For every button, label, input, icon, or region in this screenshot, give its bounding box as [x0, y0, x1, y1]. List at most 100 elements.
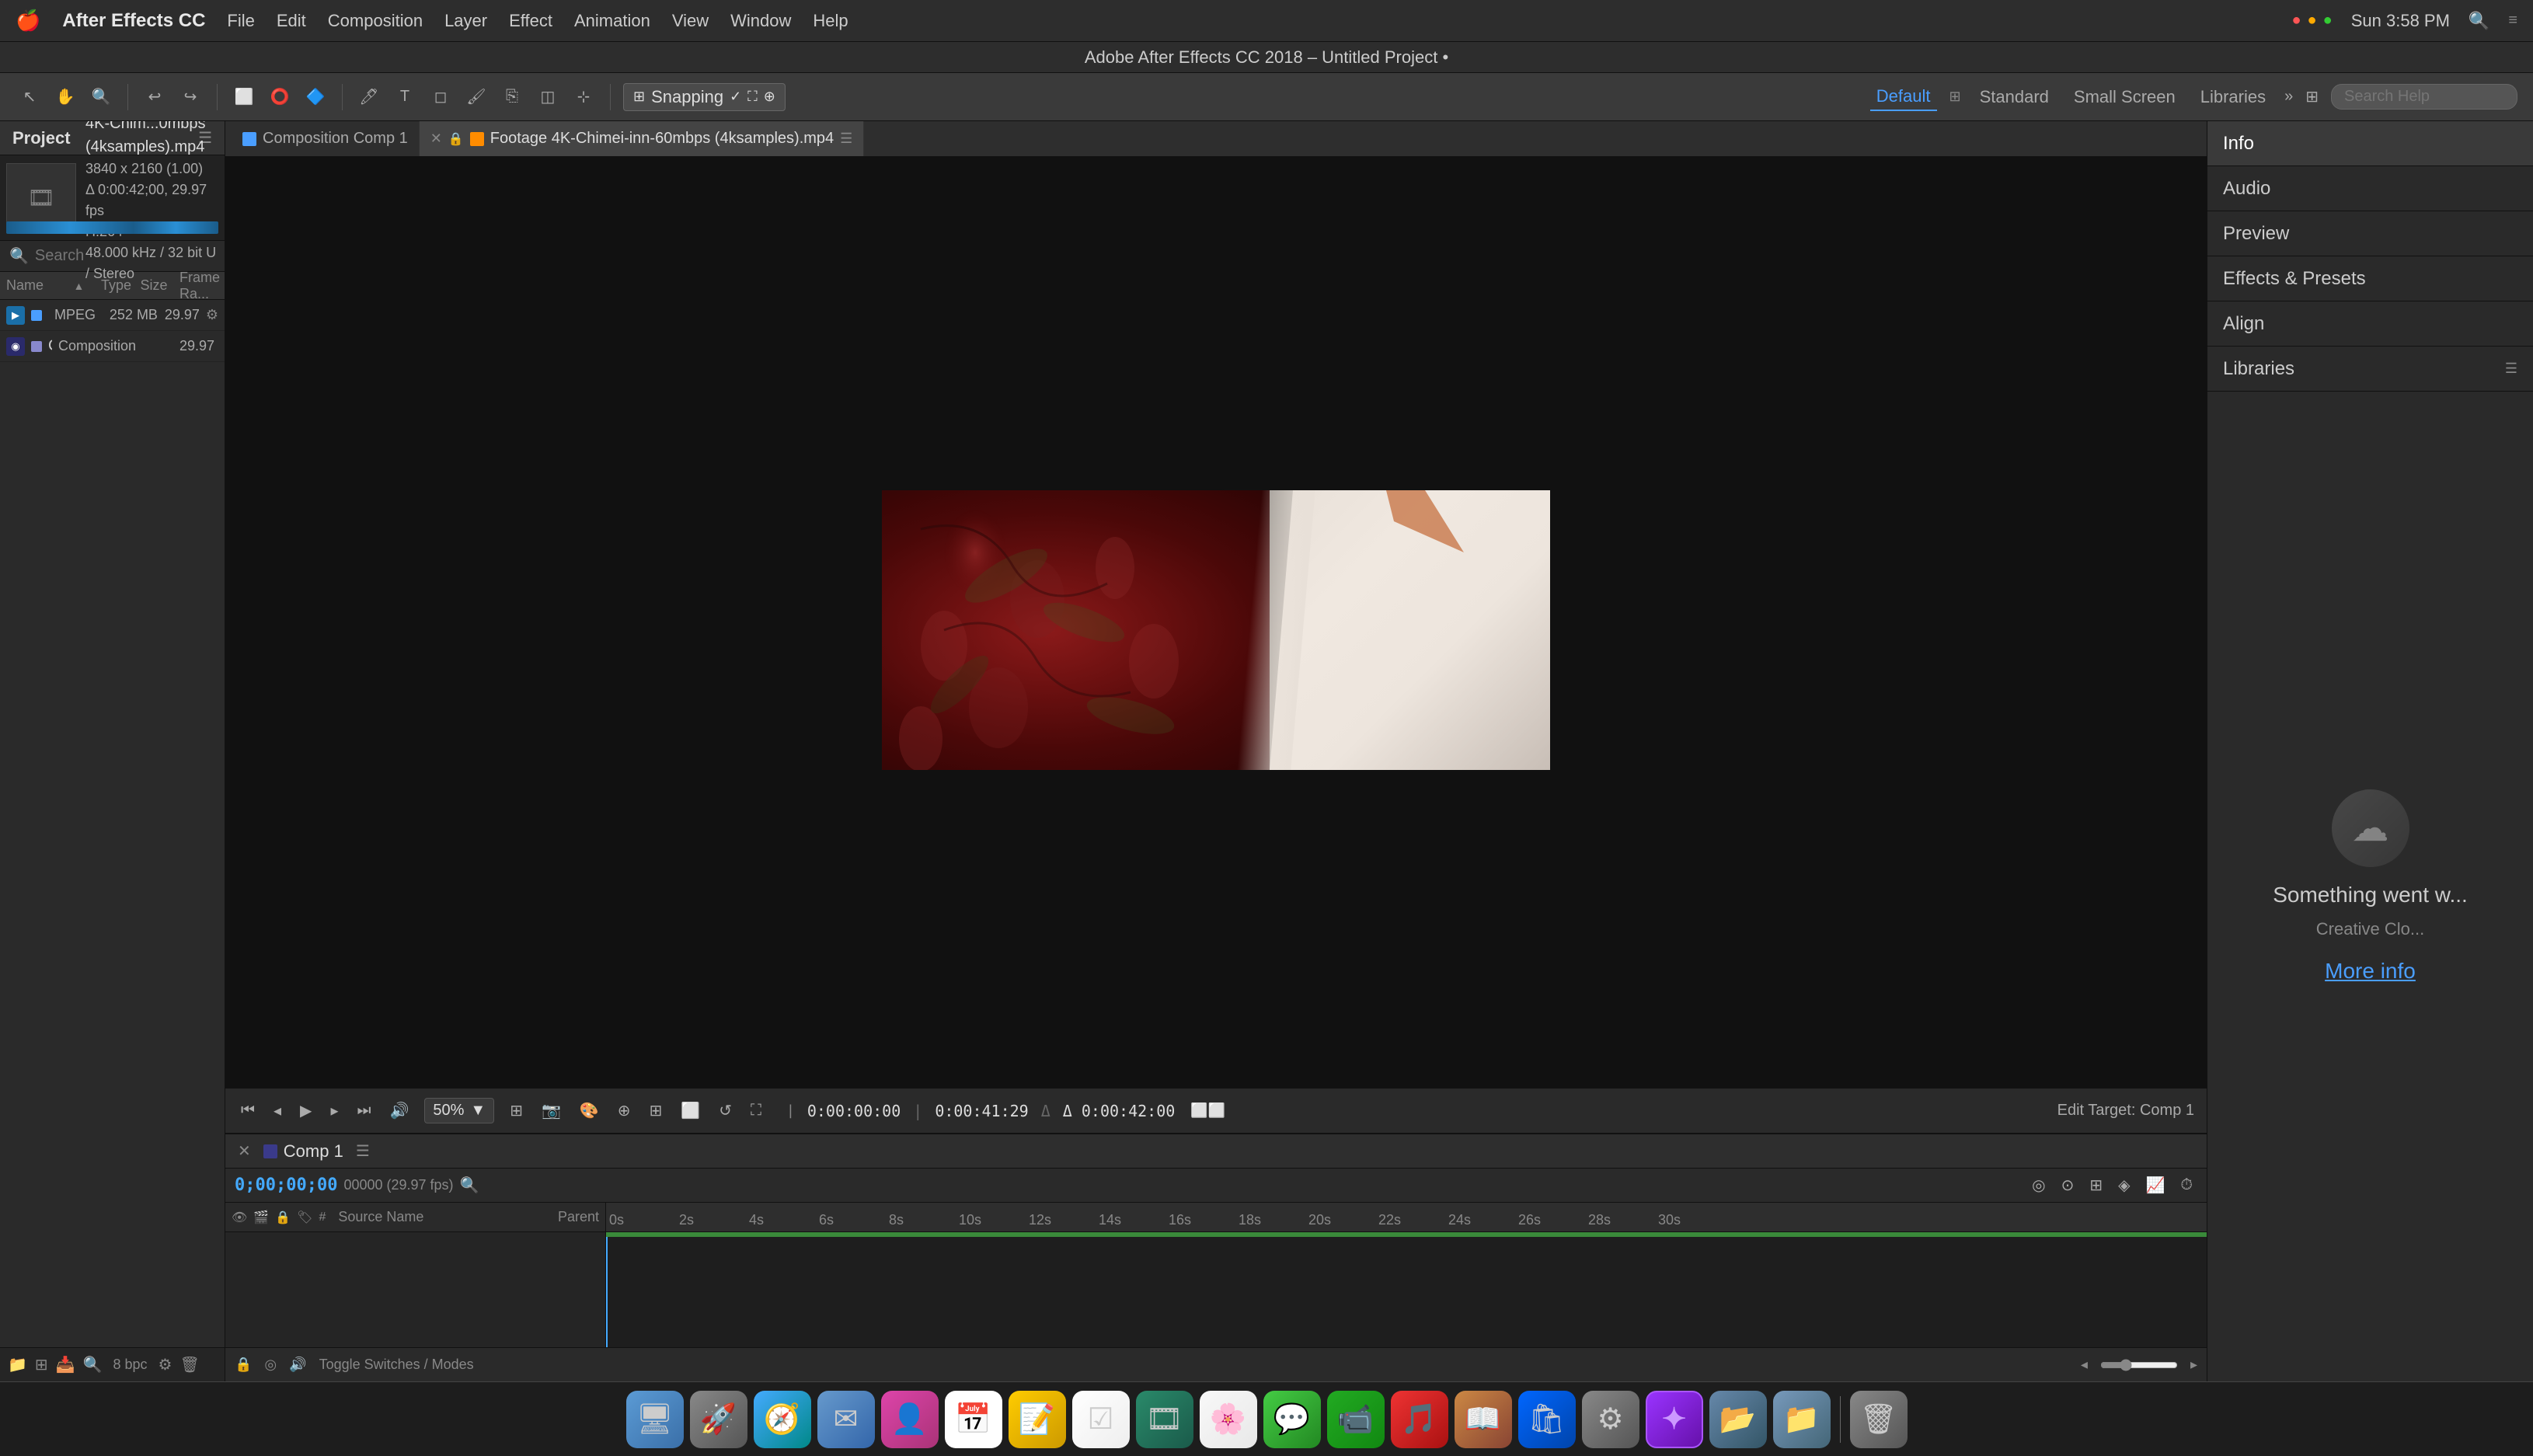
viewer-grid-btn[interactable]: ⊞ [646, 1098, 666, 1123]
workspace-more-icon[interactable]: » [2284, 88, 2293, 106]
file-row-1[interactable]: ◉ Comp 1 Composition 29.97 [0, 331, 225, 362]
paint-tool[interactable]: 🖌 [462, 83, 490, 111]
clone-tool[interactable]: ⎘ [498, 83, 526, 111]
right-panel-libraries[interactable]: Libraries ☰ [2207, 347, 2533, 392]
dock-mail[interactable]: ✉ [817, 1391, 875, 1448]
tl-lock-icon[interactable]: 🔒 [235, 1357, 252, 1373]
viewer-next-frame-btn[interactable]: ▸ [327, 1098, 341, 1123]
timeline-search-icon[interactable]: 🔍 [460, 1176, 479, 1195]
viewer-to-end-btn[interactable]: ⏭ [354, 1099, 374, 1123]
right-panel-align[interactable]: Align [2207, 301, 2533, 347]
redo-icon[interactable]: ↪ [176, 83, 204, 111]
dock-safari[interactable]: 🧭 [754, 1391, 811, 1448]
dock-appstore[interactable]: 🛍 [1518, 1391, 1576, 1448]
tl-graph-editor[interactable]: 📈 [2141, 1173, 2169, 1197]
search-replace-icon[interactable]: 🔍 [83, 1355, 103, 1374]
menu-file[interactable]: File [227, 11, 254, 31]
viewer-reset-btn[interactable]: ↺ [716, 1098, 735, 1123]
tl-audio-icon[interactable]: 🔊 [289, 1357, 306, 1373]
bit-depth-settings-icon[interactable]: ⚙ [159, 1355, 172, 1374]
dock-launchpad[interactable]: 🚀 [690, 1391, 747, 1448]
right-panel-effects[interactable]: Effects & Presets [2207, 256, 2533, 301]
tl-work-area-bar[interactable] [606, 1232, 2207, 1237]
viewer-fit-btn[interactable]: ⊞ [507, 1098, 526, 1123]
tl-show-render-time[interactable]: ⏱ [2176, 1174, 2197, 1196]
window-maximize[interactable]: ● [2323, 12, 2333, 30]
menu-layer[interactable]: Layer [444, 11, 487, 31]
tl-solo-icon[interactable]: ◎ [264, 1357, 277, 1373]
dock-system-prefs[interactable]: ⚙ [1582, 1391, 1639, 1448]
tl-enable-3d[interactable]: ⊞ [2085, 1173, 2107, 1197]
tl-zoom-slider[interactable] [2100, 1359, 2178, 1371]
new-item-icon[interactable]: ⊞ [35, 1355, 48, 1374]
text-tool[interactable]: T [391, 83, 419, 111]
close-timeline-icon[interactable]: ✕ [238, 1141, 251, 1161]
menu-composition[interactable]: Composition [328, 11, 423, 31]
mask-ellipse-tool[interactable]: ⭕ [266, 83, 294, 111]
dock-notes[interactable]: 📝 [1009, 1391, 1066, 1448]
viewer-timecode-out[interactable]: 0:00:41:29 [935, 1102, 1028, 1120]
workspace-smallscreen[interactable]: Small Screen [2068, 84, 2182, 110]
dock-keynote[interactable]: 🎞 [1136, 1391, 1193, 1448]
shape-tool[interactable]: ◻ [427, 83, 455, 111]
viewer-timecode-current[interactable]: 0:00:00:00 [807, 1102, 901, 1120]
snapping-toggle[interactable]: ⊞ Snapping ✓ ⛶ ⊕ [623, 83, 786, 111]
file-row-0[interactable]: ▶ 4K-Chim....mp4 MPEG 252 MB 29.97 ⚙ [0, 300, 225, 331]
pen-tool[interactable]: 🖊 [355, 83, 383, 111]
dock-folder1[interactable]: 📂 [1709, 1391, 1767, 1448]
menu-view[interactable]: View [672, 11, 709, 31]
workspace-panel-icon[interactable]: ⊞ [2305, 87, 2319, 106]
window-close[interactable]: ● [2291, 12, 2301, 30]
viewer-play-btn[interactable]: ▶ [297, 1098, 315, 1123]
viewer-snapshot-btn[interactable]: 📷 [538, 1098, 564, 1123]
tl-time-ruler[interactable]: 0s2s4s6s8s10s12s14s16s18s20s22s24s26s28s… [606, 1203, 2207, 1232]
viewer-zoom-selector[interactable]: 50% ▼ [424, 1098, 494, 1123]
menu-effect[interactable]: Effect [509, 11, 552, 31]
hand-tool[interactable]: ✋ [51, 83, 79, 111]
dock-calendar[interactable]: 📅 [945, 1391, 1002, 1448]
window-minimize[interactable]: ● [2308, 12, 2317, 30]
dock-finder[interactable]: 🖥 [626, 1391, 684, 1448]
eraser-tool[interactable]: ◫ [534, 83, 562, 111]
apple-menu[interactable]: 🍎 [16, 9, 40, 33]
dock-after-effects[interactable]: ✦ [1646, 1391, 1703, 1448]
file-settings-icon-0[interactable]: ⚙ [206, 307, 218, 323]
tl-draft-mode[interactable]: ◈ [2113, 1173, 2134, 1197]
search-icon[interactable]: 🔍 [2469, 11, 2489, 31]
undo-icon[interactable]: ↩ [141, 83, 169, 111]
viewer-tab-comp[interactable]: Composition Comp 1 [232, 121, 420, 156]
tl-enable-motion-blur[interactable]: ◎ [2027, 1173, 2050, 1197]
workspace-standard[interactable]: Standard [1974, 84, 2055, 110]
new-folder-icon[interactable]: 📁 [8, 1355, 27, 1374]
tl-enable-frame-blending[interactable]: ⊙ [2057, 1173, 2079, 1197]
viewer-prev-frame-btn[interactable]: ◂ [270, 1098, 284, 1123]
dock-folder2[interactable]: 📁 [1773, 1391, 1831, 1448]
menu-edit[interactable]: Edit [277, 11, 306, 31]
mask-poly-tool[interactable]: 🔷 [301, 83, 329, 111]
viewer-audio-btn[interactable]: 🔊 [386, 1098, 412, 1123]
viewer-overlay-btn[interactable]: ⊕ [615, 1098, 634, 1123]
viewer-3d-btn[interactable]: ⬜ [678, 1098, 703, 1123]
tl-toggle-label[interactable]: Toggle Switches / Modes [319, 1357, 474, 1373]
workspace-libraries[interactable]: Libraries [2194, 84, 2272, 110]
libraries-menu-icon[interactable]: ☰ [2505, 361, 2517, 377]
viewer-to-start-btn[interactable]: ⏮ [238, 1099, 258, 1123]
tl-zoom-out-icon[interactable]: ◂ [2081, 1357, 2088, 1373]
viewer-tab-footage[interactable]: ✕ 🔒 Footage 4K-Chimei-inn-60mbps (4ksamp… [420, 121, 865, 156]
dock-photos[interactable]: 🌸 [1200, 1391, 1257, 1448]
puppet-tool[interactable]: ⊹ [570, 83, 598, 111]
dock-contacts[interactable]: 👤 [881, 1391, 939, 1448]
dock-messages[interactable]: 💬 [1263, 1391, 1321, 1448]
selection-tool[interactable]: ↖ [16, 83, 44, 111]
dock-books[interactable]: 📖 [1455, 1391, 1512, 1448]
comp-tab[interactable]: Comp 1 [263, 1141, 343, 1162]
right-panel-info[interactable]: Info [2207, 121, 2533, 166]
menu-window[interactable]: Window [730, 11, 791, 31]
dock-music[interactable]: 🎵 [1391, 1391, 1448, 1448]
tab-footage-close[interactable]: ✕ [430, 131, 442, 147]
right-panel-preview[interactable]: Preview [2207, 211, 2533, 256]
trash-icon[interactable]: 🗑 [179, 1355, 199, 1374]
cc-more-info-link[interactable]: More info [2325, 959, 2416, 984]
tl-zoom-in-icon[interactable]: ▸ [2190, 1357, 2197, 1373]
menu-animation[interactable]: Animation [574, 11, 650, 31]
